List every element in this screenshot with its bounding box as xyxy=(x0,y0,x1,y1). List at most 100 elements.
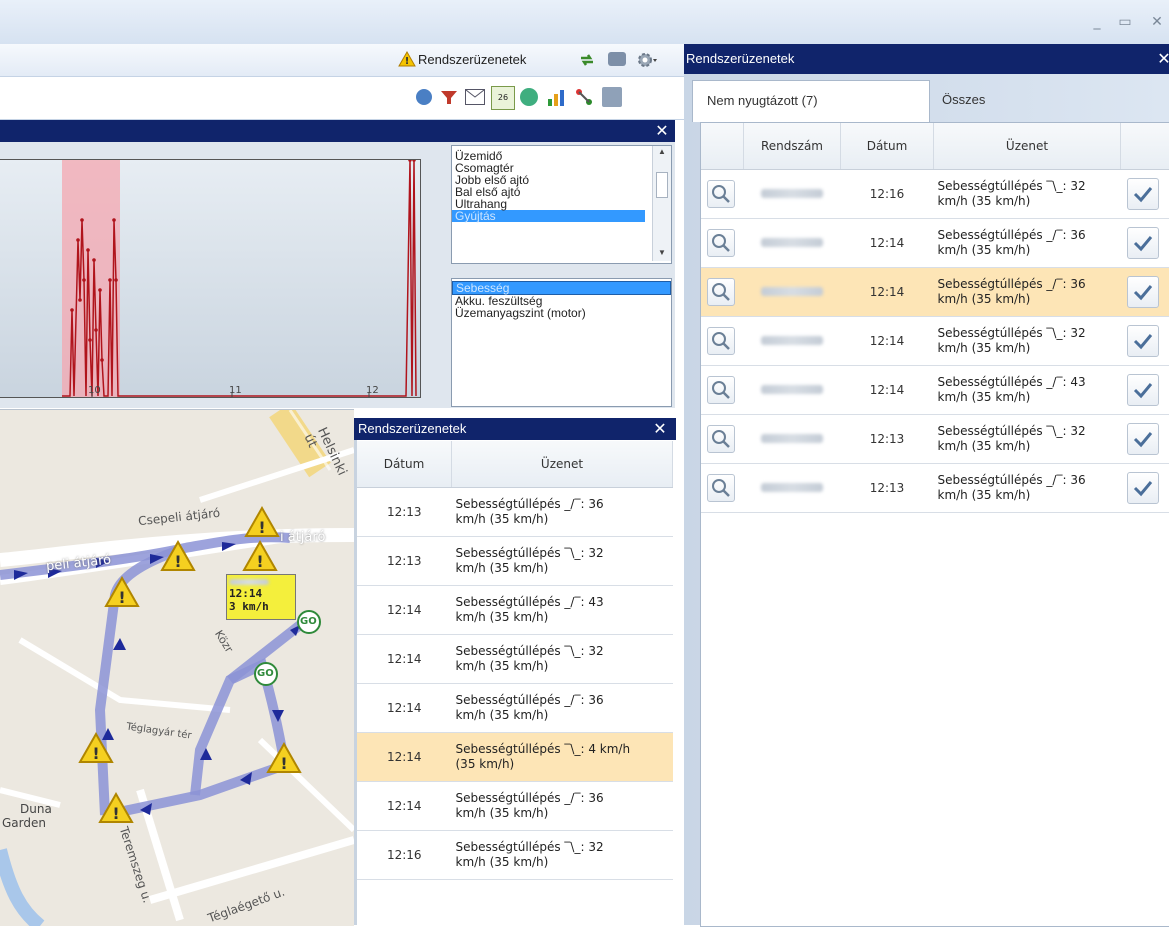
search-icon[interactable] xyxy=(707,425,735,453)
message-line: Sebességtúllépés ‾\_: 4 km/h xyxy=(456,742,672,757)
gear-icon[interactable] xyxy=(636,51,654,69)
clock-icon[interactable] xyxy=(520,88,538,106)
data-point xyxy=(78,298,82,302)
column-header[interactable]: Dátum xyxy=(841,123,934,169)
warning-marker-icon[interactable]: ! xyxy=(160,540,196,575)
message-text: Sebességtúllépés ‾\_: 4 km/h(35 km/h) xyxy=(452,732,673,781)
top-toolbar: ! Rendszerüzenetek xyxy=(0,44,684,77)
panel-title: Rendszerüzenetek xyxy=(684,51,794,66)
map-canvas[interactable] xyxy=(0,410,354,926)
table-row[interactable]: 12:14Sebességtúllépés ‾\_: 4 km/h(35 km/… xyxy=(357,732,673,781)
restore-icon[interactable]: ▭ xyxy=(1114,14,1136,30)
route-icon[interactable] xyxy=(574,87,594,107)
search-icon[interactable] xyxy=(707,474,735,502)
acknowledge-checkmark-icon[interactable] xyxy=(1127,227,1159,259)
map-view[interactable]: GO GO ! ! ! ! ! ! ! 12:14 3 km/h Helsink… xyxy=(0,409,354,926)
table-row[interactable]: 12:13Sebességtúllépés _/‾: 36km/h (35 km… xyxy=(357,487,673,536)
map-label: Duna xyxy=(20,802,52,816)
table-row[interactable]: 12:13Sebességtúllépés _/‾: 36km/h (35 km… xyxy=(701,463,1169,512)
message-line: km/h (35 km/h) xyxy=(938,243,1120,258)
scrollbar[interactable]: ▲ ▼ xyxy=(652,146,671,261)
info-icon[interactable] xyxy=(416,89,432,105)
acknowledge-checkmark-icon[interactable] xyxy=(1127,325,1159,357)
calendar-icon[interactable]: 26 xyxy=(491,86,515,110)
table-row[interactable]: 12:14Sebességtúllépés _/‾: 36km/h (35 km… xyxy=(357,683,673,732)
message-time: 12:13 xyxy=(841,414,934,463)
system-messages-button[interactable]: Rendszerüzenetek xyxy=(418,52,526,67)
search-icon[interactable] xyxy=(707,327,735,355)
license-plate-blurred xyxy=(761,238,823,247)
message-line: km/h (35 km/h) xyxy=(938,390,1120,405)
svg-text:!: ! xyxy=(258,518,265,537)
data-point xyxy=(88,338,92,342)
message-text: Sebességtúllépés ‾\_: 32km/h (35 km/h) xyxy=(452,830,673,879)
report-icon[interactable] xyxy=(602,87,622,107)
table-row[interactable]: 12:14Sebességtúllépés _/‾: 36km/h (35 km… xyxy=(701,267,1169,316)
message-line: km/h (35 km/h) xyxy=(456,561,672,576)
message-time: 12:13 xyxy=(357,487,452,536)
acknowledge-checkmark-icon[interactable] xyxy=(1127,276,1159,308)
bar-chart-icon[interactable] xyxy=(546,87,566,107)
message-time: 12:14 xyxy=(357,585,452,634)
message-line: Sebességtúllépés ‾\_: 32 xyxy=(938,326,1120,341)
message-line: km/h (35 km/h) xyxy=(938,341,1120,356)
warning-marker-icon[interactable]: ! xyxy=(266,742,302,777)
warning-marker-icon[interactable]: ! xyxy=(78,732,114,767)
list-item-selected[interactable]: Gyújtás xyxy=(452,210,645,222)
refresh-icon[interactable] xyxy=(578,51,596,69)
screen-icon[interactable] xyxy=(608,52,626,66)
message-line: Sebességtúllépés _/‾: 36 xyxy=(456,693,672,708)
acknowledge-checkmark-icon[interactable] xyxy=(1127,472,1159,504)
table-row[interactable]: 12:14 Sebességtúllépés ‾\_: 32km/h (35 km… xyxy=(701,316,1169,365)
column-header[interactable]: Üzenet xyxy=(934,123,1121,169)
warning-marker-icon[interactable]: ! xyxy=(244,506,280,541)
table-row[interactable]: 12:13Sebességtúllépés ‾\_: 32km/h (35 km… xyxy=(357,536,673,585)
close-window-icon[interactable]: ✕ xyxy=(1146,14,1168,30)
go-marker[interactable]: GO xyxy=(300,616,317,627)
tab-unacknowledged[interactable]: Nem nyugtázott (7) xyxy=(692,80,930,122)
search-icon[interactable] xyxy=(707,278,735,306)
message-line: (35 km/h) xyxy=(456,757,672,772)
column-header[interactable]: Rendszám xyxy=(744,123,841,169)
data-point xyxy=(94,328,98,332)
table-row[interactable]: 12:14Sebességtúllépés _/‾: 43km/h (35 km… xyxy=(701,365,1169,414)
data-point xyxy=(100,358,104,362)
acknowledge-checkmark-icon[interactable] xyxy=(1127,374,1159,406)
close-panel-icon[interactable]: ✕ xyxy=(650,419,670,439)
warning-marker-icon[interactable]: ! xyxy=(242,540,278,575)
column-header[interactable]: Üzenet xyxy=(452,441,673,487)
list-item[interactable]: Üzemanyagszint (motor) xyxy=(452,307,671,319)
warning-marker-icon[interactable]: ! xyxy=(104,576,140,611)
values-listbox[interactable]: Sebesség Akku. feszültség Üzemanyagszint… xyxy=(451,278,672,407)
vehicle-popup[interactable]: 12:14 3 km/h xyxy=(226,574,296,620)
minimize-icon[interactable]: _ xyxy=(1086,14,1108,30)
table-row[interactable]: 12:14Sebességtúllépés _/‾: 36km/h (35 km… xyxy=(701,218,1169,267)
message-text: Sebességtúllépés _/‾: 36km/h (35 km/h) xyxy=(934,218,1121,267)
table-row[interactable]: 12:14Sebességtúllépés ‾\_: 32km/h (35 km… xyxy=(357,634,673,683)
signals-listbox[interactable]: Üzemidő Csomagtér Jobb első ajtó Bal els… xyxy=(451,145,672,264)
table-row[interactable]: 12:14Sebességtúllépés _/‾: 36km/h (35 km… xyxy=(357,781,673,830)
message-text: Sebességtúllépés ‾\_: 32km/h (35 km/h) xyxy=(934,414,1121,463)
message-line: km/h (35 km/h) xyxy=(938,194,1120,209)
search-icon[interactable] xyxy=(707,229,735,257)
filter-icon[interactable] xyxy=(440,89,458,105)
close-right-panel-icon[interactable]: ✕ xyxy=(1154,49,1169,69)
message-time: 12:14 xyxy=(841,316,934,365)
list-item-selected[interactable]: Sebesség xyxy=(452,281,671,295)
acknowledge-checkmark-icon[interactable] xyxy=(1127,423,1159,455)
license-plate-blurred xyxy=(229,579,269,585)
column-header[interactable]: Dátum xyxy=(357,441,452,487)
table-row[interactable]: 12:16Sebességtúllépés ‾\_: 32km/h (35 km… xyxy=(701,169,1169,218)
search-icon[interactable] xyxy=(707,376,735,404)
table-row[interactable]: 12:16Sebességtúllépés ‾\_: 32km/h (35 km… xyxy=(357,830,673,879)
close-chart-icon[interactable]: ✕ xyxy=(652,121,672,141)
go-marker[interactable]: GO xyxy=(257,668,274,679)
warning-marker-icon[interactable]: ! xyxy=(98,792,134,827)
table-row[interactable]: 12:13Sebességtúllépés ‾\_: 32km/h (35 km… xyxy=(701,414,1169,463)
acknowledge-checkmark-icon[interactable] xyxy=(1127,178,1159,210)
right-panel-header: Rendszerüzenetek ✕ xyxy=(684,44,1169,74)
mail-icon[interactable] xyxy=(465,89,485,105)
table-row[interactable]: 12:14Sebességtúllépés _/‾: 43km/h (35 km… xyxy=(357,585,673,634)
tab-all[interactable]: Összes xyxy=(942,80,1082,122)
search-icon[interactable] xyxy=(707,180,735,208)
